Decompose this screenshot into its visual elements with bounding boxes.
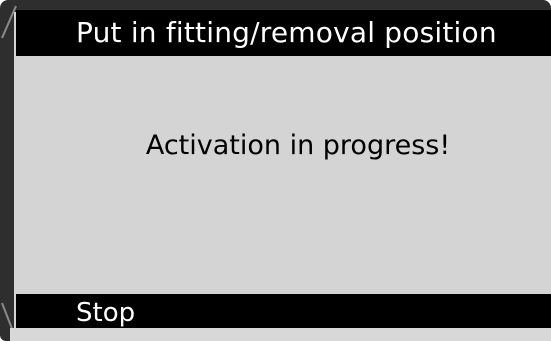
stop-button[interactable]: Stop <box>76 296 135 330</box>
screen-bottom-edge <box>10 328 551 341</box>
title-bar: Put in fitting/removal position <box>16 10 551 56</box>
status-message: Activation in progress! <box>145 130 451 161</box>
softkey-bar: Stop <box>16 294 551 328</box>
lcd-screen <box>14 12 551 331</box>
page-title: Put in fitting/removal position <box>76 16 497 49</box>
